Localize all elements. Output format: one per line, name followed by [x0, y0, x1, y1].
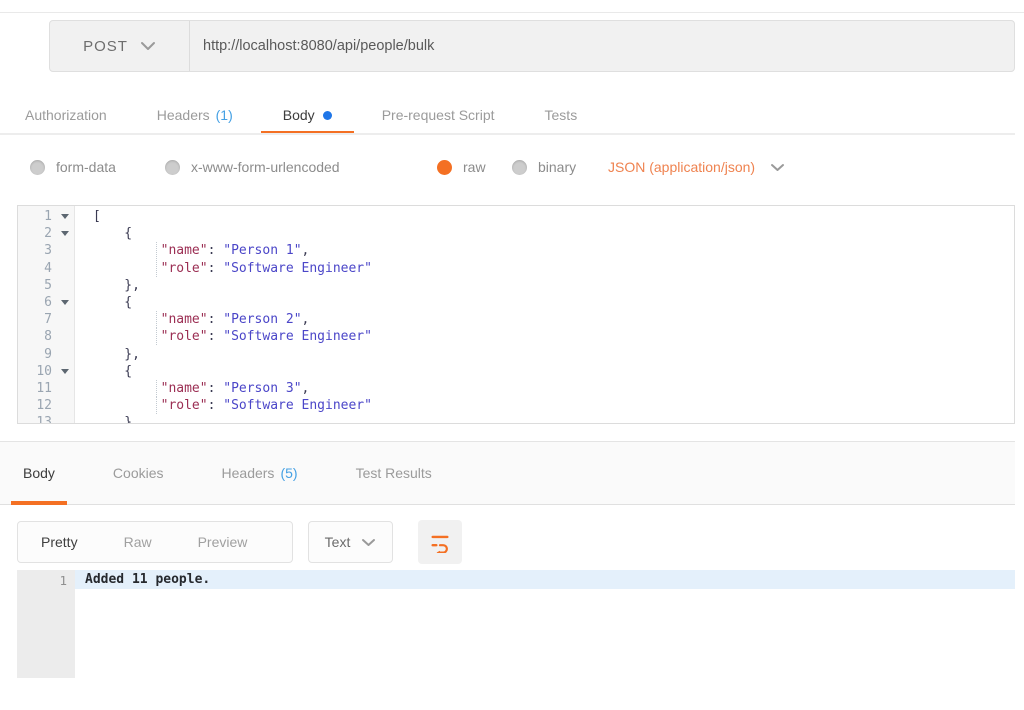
request-body-editor[interactable]: 12345678910111213 [ { "name": "Person 1"… [17, 205, 1015, 424]
response-tab[interactable]: Cookies [101, 442, 176, 504]
chevron-down-icon [770, 163, 785, 172]
tab-label: Authorization [25, 107, 107, 123]
fold-arrow-icon[interactable] [61, 300, 69, 305]
method-label: POST [83, 38, 128, 55]
word-wrap-button[interactable] [418, 520, 462, 564]
fold-arrow-icon[interactable] [61, 369, 69, 374]
request-tab[interactable]: Body [261, 96, 354, 134]
fold-arrow-icon[interactable] [61, 231, 69, 236]
radio-label: binary [538, 159, 576, 175]
view-mode-label: Preview [198, 534, 248, 550]
code-line[interactable]: "role": "Software Engineer" [93, 397, 1014, 414]
method-dropdown[interactable]: POST [50, 21, 190, 71]
view-mode-button[interactable]: Pretty [18, 534, 101, 550]
gutter-row: 4 [18, 260, 74, 277]
gutter-row: 5 [18, 277, 74, 294]
chevron-down-icon [361, 538, 376, 547]
view-mode-group: Pretty Raw Preview [17, 521, 293, 563]
tab-label: Headers [157, 107, 210, 123]
view-mode-button[interactable]: Raw [101, 534, 175, 550]
gutter-row: 8 [18, 328, 74, 345]
tab-label: Body [283, 107, 315, 123]
body-mode-row: form-data x-www-form-urlencoded raw bina… [0, 148, 1015, 186]
gutter-row: 9 [18, 346, 74, 363]
tab-label: Body [23, 465, 55, 481]
code-line[interactable]: "role": "Software Engineer" [93, 328, 1014, 345]
response-tabs: Body Cookies Headers (5) Test Results [0, 441, 1015, 505]
request-tab[interactable]: Headers (1) [135, 96, 255, 134]
response-tab[interactable]: Body [11, 442, 67, 504]
fold-arrow-icon[interactable] [61, 214, 69, 219]
chevron-down-icon [140, 41, 156, 51]
gutter-row: 12 [18, 397, 74, 414]
content-type-dropdown[interactable]: JSON (application/json) [608, 148, 785, 186]
code-line[interactable]: }, [93, 277, 1014, 294]
content-type-label: JSON (application/json) [608, 159, 755, 175]
tab-label: Tests [545, 107, 578, 123]
format-label: Text [325, 534, 351, 550]
body-mode-radio[interactable]: x-www-form-urlencoded [165, 148, 340, 186]
gutter-row: 1 [18, 208, 74, 225]
request-tab[interactable]: Authorization [3, 96, 129, 134]
radio-label: raw [463, 159, 486, 175]
code-line[interactable]: "name": "Person 1", [93, 242, 1014, 259]
tab-count-badge: (5) [280, 465, 297, 481]
body-mode-radio[interactable]: form-data [30, 148, 116, 186]
response-view-controls: Pretty Raw Preview Text [0, 520, 1015, 564]
response-tab[interactable]: Test Results [344, 442, 444, 504]
tab-label: Headers [222, 465, 275, 481]
code-line[interactable]: }, [93, 414, 1014, 424]
response-body-line: Added 11 people. [75, 570, 1015, 589]
tab-count-badge: (1) [216, 107, 233, 123]
view-mode-button[interactable]: Preview [175, 534, 271, 550]
gutter-row: 2 [18, 225, 74, 242]
gutter-row: 10 [18, 363, 74, 380]
tab-label: Pre-request Script [382, 107, 495, 123]
radio-icon [30, 160, 45, 175]
code-line[interactable]: "role": "Software Engineer" [93, 260, 1014, 277]
gutter-row: 11 [18, 380, 74, 397]
tab-label: Cookies [113, 465, 164, 481]
window-top-divider [0, 12, 1024, 13]
word-wrap-icon [429, 531, 451, 553]
request-tabs-divider [0, 133, 1015, 135]
code-line[interactable]: { [93, 294, 1014, 311]
view-mode-label: Raw [124, 534, 152, 550]
code-line[interactable]: "name": "Person 3", [93, 380, 1014, 397]
radio-label: x-www-form-urlencoded [191, 159, 340, 175]
body-mode-radio[interactable]: binary [512, 148, 576, 186]
response-tab[interactable]: Headers (5) [210, 442, 310, 504]
response-editor-gutter: 1 [17, 570, 75, 678]
radio-icon [437, 160, 452, 175]
gutter-row: 6 [18, 294, 74, 311]
response-line-number: 1 [17, 570, 75, 588]
url-input[interactable] [190, 21, 1014, 71]
tab-label: Test Results [356, 465, 432, 481]
gutter-row: 7 [18, 311, 74, 328]
modified-indicator-dot-icon [323, 111, 332, 120]
request-tab[interactable]: Tests [523, 96, 600, 134]
code-line[interactable]: }, [93, 346, 1014, 363]
radio-icon [512, 160, 527, 175]
request-tab[interactable]: Pre-request Script [360, 96, 517, 134]
request-url-bar: POST [49, 20, 1015, 72]
radio-icon [165, 160, 180, 175]
request-editor-gutter: 12345678910111213 [18, 206, 75, 423]
request-tabs: Authorization Headers (1) Body Pre-reque… [3, 96, 599, 134]
request-editor-lines[interactable]: [ { "name": "Person 1", "role": "Softwar… [75, 206, 1014, 423]
code-line[interactable]: "name": "Person 2", [93, 311, 1014, 328]
radio-label: form-data [56, 159, 116, 175]
code-line[interactable]: { [93, 363, 1014, 380]
code-line[interactable]: [ [93, 208, 1014, 225]
format-dropdown[interactable]: Text [308, 521, 393, 563]
body-mode-radio[interactable]: raw [437, 148, 486, 186]
gutter-row: 3 [18, 242, 74, 259]
code-line[interactable]: { [93, 225, 1014, 242]
gutter-row: 13 [18, 414, 74, 424]
view-mode-label: Pretty [41, 534, 78, 550]
